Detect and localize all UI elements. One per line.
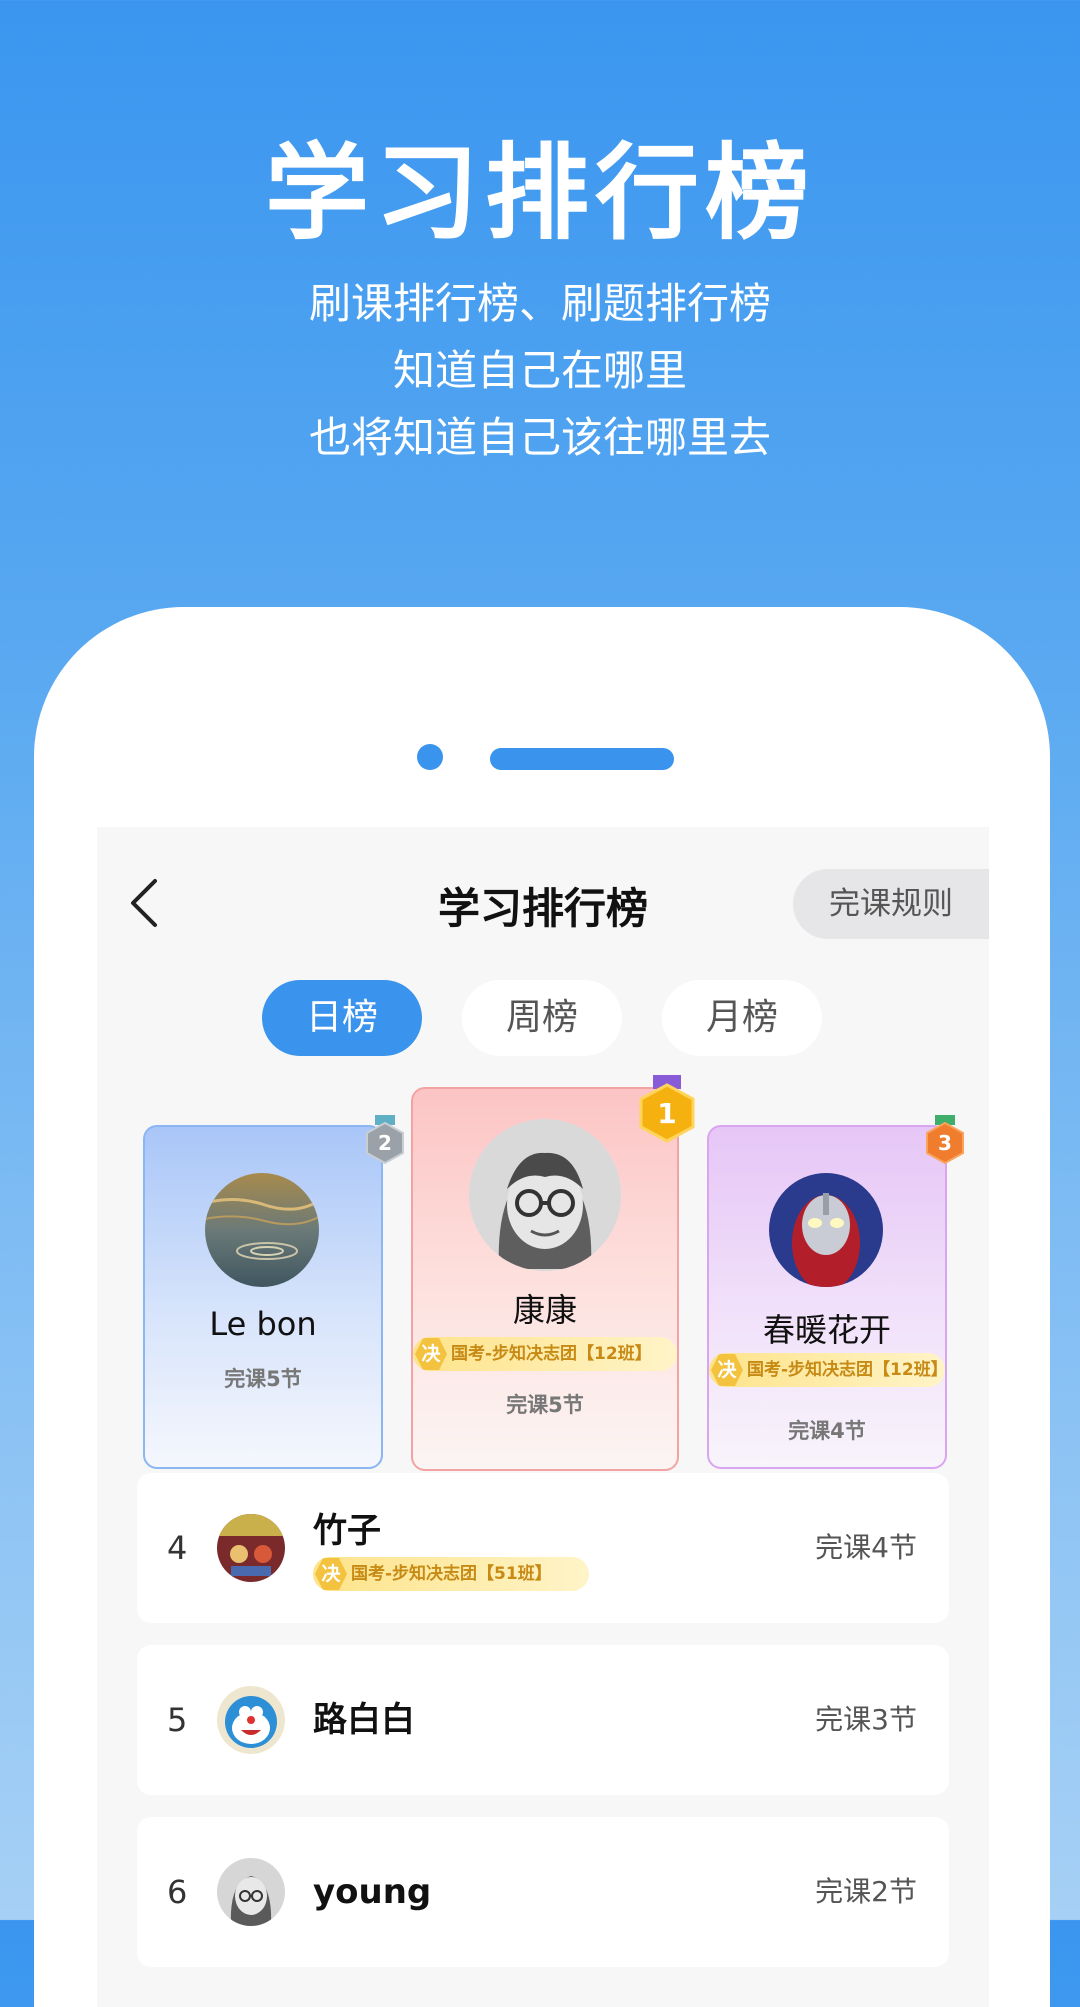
avatar (217, 1686, 285, 1754)
promo-subtitle: 刷课排行榜、刷题排行榜 知道自己在哪里 也将知道自己该往哪里去 (0, 270, 1080, 471)
rank-number: 6 (167, 1873, 188, 1911)
list-item[interactable]: 6 young 完课2节 (137, 1817, 949, 1967)
lesson-count: 完课3节 (815, 1703, 917, 1736)
avatar (469, 1119, 621, 1271)
podium-count: 完课5节 (506, 1393, 584, 1417)
tab-daily[interactable]: 日榜 (262, 980, 422, 1056)
podium-card-2[interactable]: Le bon 完课5节 (143, 1125, 383, 1469)
group-tag-text: 国考-步知决志团【12班】 (747, 1360, 945, 1380)
app-screen: 学习排行榜 完课规则 日榜 周榜 月榜 Le bon 完课5节 2 康康 决 国… (97, 827, 989, 2007)
promo-line: 刷课排行榜、刷题排行榜 (308, 279, 771, 328)
podium-count: 完课5节 (224, 1367, 302, 1391)
group-tag-text: 国考-步知决志团【51班】 (351, 1564, 552, 1584)
medal-rank: 1 (657, 1097, 676, 1130)
user-name: 路白白 (313, 1700, 415, 1740)
bronze-medal-icon: 3 (926, 1115, 964, 1165)
list-item[interactable]: 5 路白白 完课3节 (137, 1645, 949, 1795)
lesson-count: 完课2节 (815, 1875, 917, 1908)
group-badge-icon: 决 (415, 1338, 447, 1370)
group-tag-text: 国考-步知决志团【12班】 (451, 1344, 652, 1364)
group-badge-icon: 决 (315, 1558, 347, 1590)
speaker-bar (490, 748, 674, 770)
phone-frame: 学习排行榜 完课规则 日榜 周榜 月榜 Le bon 完课5节 2 康康 决 国… (34, 607, 1050, 2007)
podium-count: 完课4节 (788, 1419, 866, 1443)
gold-medal-icon: 1 (639, 1075, 695, 1143)
avatar (217, 1514, 285, 1582)
podium-name: Le bon (209, 1305, 317, 1343)
lesson-count: 完课4节 (815, 1531, 917, 1564)
list-item[interactable]: 4 竹子 决国考-步知决志团【51班】 完课4节 (137, 1473, 949, 1623)
promo-line: 也将知道自己该往哪里去 (308, 413, 771, 462)
rank-number: 5 (167, 1701, 188, 1739)
silver-medal-icon: 2 (366, 1115, 404, 1165)
podium-name: 春暖花开 (762, 1311, 891, 1349)
medal-rank: 2 (378, 1131, 392, 1155)
group-badge-icon: 决 (711, 1354, 743, 1386)
tab-monthly[interactable]: 月榜 (662, 980, 822, 1056)
rules-button[interactable]: 完课规则 (793, 869, 989, 939)
podium-card-3[interactable]: 春暖花开 决国考-步知决志团【12班】 完课4节 (707, 1125, 947, 1469)
avatar (769, 1173, 883, 1287)
camera-dot (417, 744, 443, 770)
period-tabs: 日榜 周榜 月榜 (262, 980, 822, 1056)
promo-line: 知道自己在哪里 (392, 346, 687, 395)
rank-number: 4 (167, 1529, 188, 1567)
group-tag: 决国考-步知决志团【51班】 (313, 1557, 589, 1591)
group-tag: 决国考-步知决志团【12班】 (709, 1353, 945, 1387)
avatar (205, 1173, 319, 1287)
user-name: 竹子 (313, 1511, 381, 1551)
tab-weekly[interactable]: 周榜 (462, 980, 622, 1056)
medal-rank: 3 (938, 1131, 952, 1155)
promo-title: 学习排行榜 (264, 132, 815, 254)
podium-name: 康康 (512, 1291, 577, 1329)
group-tag: 决国考-步知决志团【12班】 (413, 1337, 677, 1371)
avatar (217, 1858, 285, 1926)
user-name: young (313, 1872, 432, 1912)
